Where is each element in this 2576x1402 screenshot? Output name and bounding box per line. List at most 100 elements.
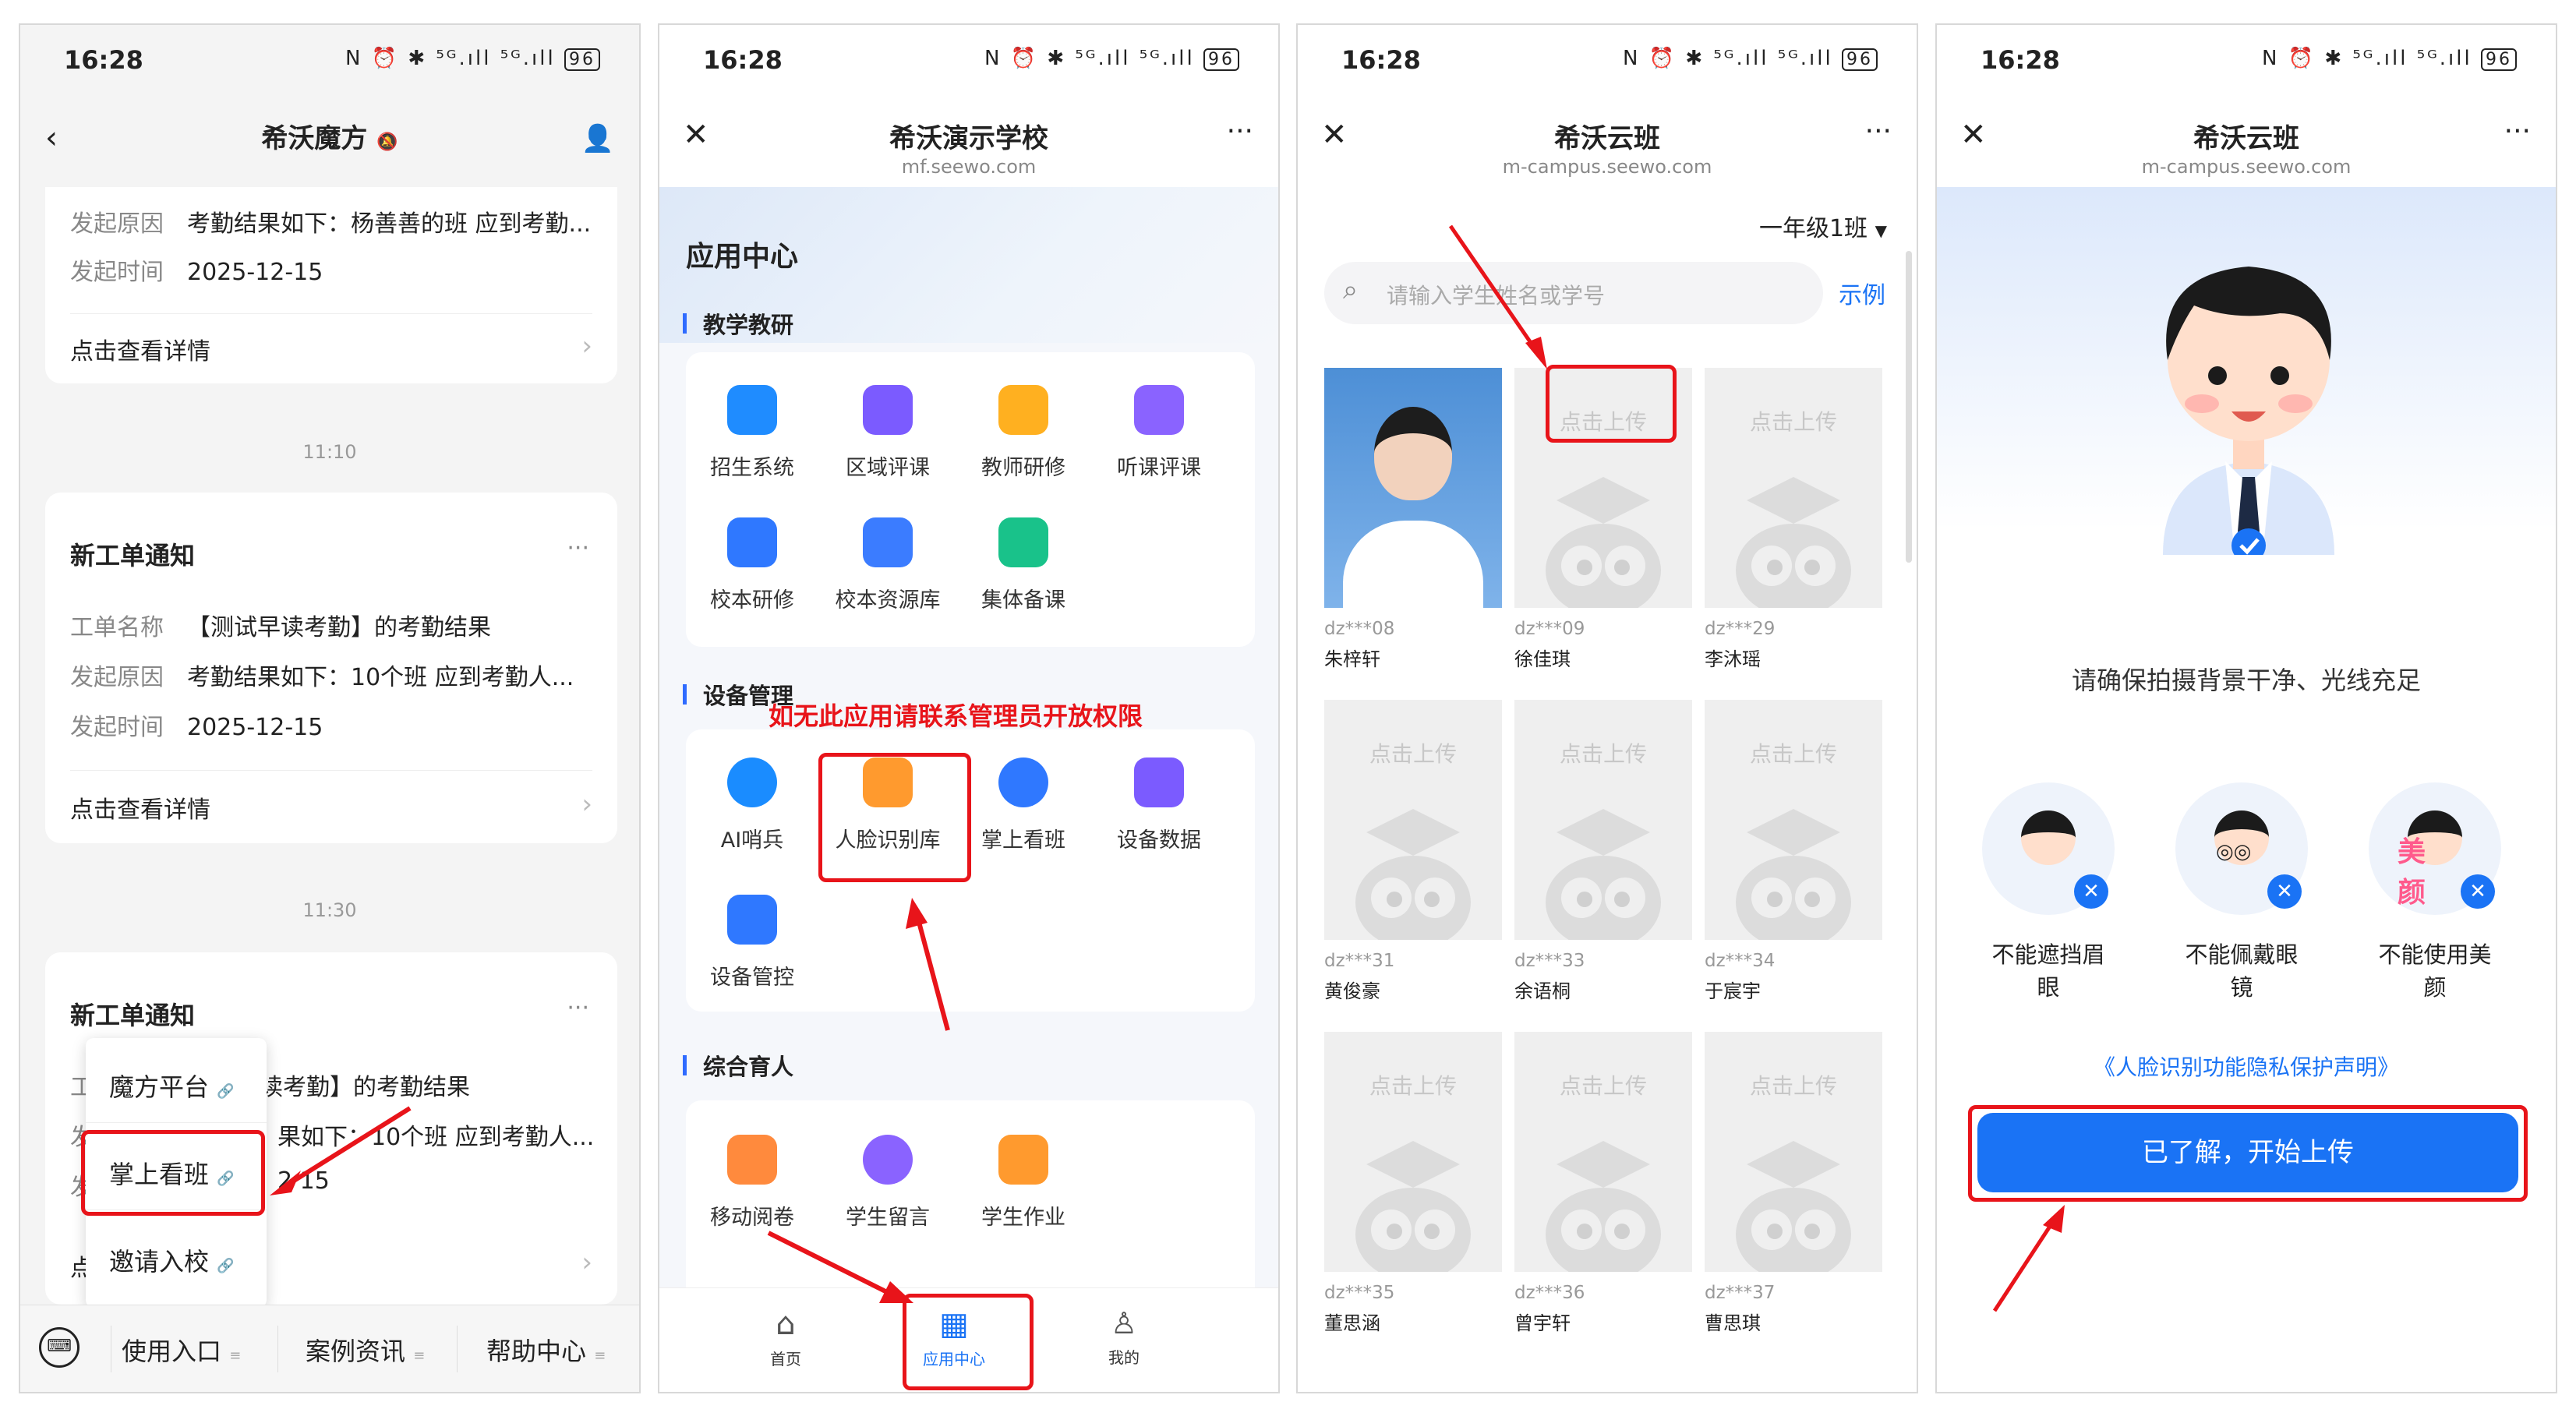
clipboard-icon bbox=[863, 385, 913, 435]
menu-help[interactable]: 帮助中心 ≡ bbox=[486, 1332, 606, 1368]
upload-placeholder[interactable]: 点击上传 bbox=[1514, 1032, 1692, 1272]
student-card[interactable]: 点击上传 dz***29 李沐瑶 bbox=[1705, 368, 1882, 671]
status-icons: N ⏰ ✱ ⁵ᴳ.ıll ⁵ᴳ.ıll 96 bbox=[984, 47, 1239, 71]
flag-icon bbox=[998, 385, 1048, 435]
app-student-message[interactable]: 学生留言 bbox=[822, 1135, 954, 1231]
app-teacher-training[interactable]: 教师研修 bbox=[957, 385, 1090, 481]
highlight-box bbox=[1546, 365, 1677, 443]
upload-label[interactable]: 点击上传 bbox=[1705, 1069, 1882, 1100]
app-group: 招生系统 区域评课 教师研修 听课评课 校本研修 校本资源库 集体备课 bbox=[686, 352, 1255, 647]
student-card[interactable]: dz***08 朱梓轩 bbox=[1324, 368, 1502, 671]
menu-cases[interactable]: 案例资讯 ≡ bbox=[306, 1332, 425, 1368]
row-label: 发起原因 bbox=[70, 210, 164, 238]
scrollbar[interactable] bbox=[1906, 251, 1912, 563]
upload-label[interactable]: 点击上传 bbox=[1514, 737, 1692, 768]
menu-item-invite[interactable]: 邀请入校 🔗 bbox=[109, 1242, 235, 1278]
student-card[interactable]: 点击上传 dz***33 余语桐 bbox=[1514, 700, 1692, 1003]
pen-icon bbox=[727, 1135, 777, 1185]
grid-icon bbox=[727, 385, 777, 435]
app-class-watch[interactable]: 掌上看班 bbox=[957, 758, 1090, 853]
app-mobile-grading[interactable]: 移动阅卷 bbox=[686, 1135, 818, 1231]
app-lesson-review[interactable]: 听课评课 bbox=[1093, 385, 1225, 481]
tab-mine[interactable]: ♙ 我的 bbox=[1054, 1306, 1194, 1368]
student-card[interactable]: 点击上传 dz***34 于宸宇 bbox=[1705, 700, 1882, 1003]
location-icon bbox=[998, 758, 1048, 807]
timestamp: 11:10 bbox=[302, 441, 357, 463]
upload-placeholder[interactable]: 点击上传 bbox=[1324, 700, 1502, 940]
app-device-data[interactable]: 设备数据 bbox=[1093, 758, 1225, 853]
owl-icon bbox=[1546, 477, 1661, 608]
student-name: 李沐瑶 bbox=[1705, 648, 1761, 670]
rule-no-cover: ✕ 不能遮挡眉眼 bbox=[1982, 782, 2115, 1002]
page-url: mf.seewo.com bbox=[901, 156, 1037, 178]
app-collective-prep[interactable]: 集体备课 bbox=[957, 517, 1090, 613]
upload-label[interactable]: 点击上传 bbox=[1324, 737, 1502, 768]
status-icons: N ⏰ ✱ ⁵ᴳ.ıll ⁵ᴳ.ıll 96 bbox=[2262, 47, 2517, 71]
app-ai-sentinel[interactable]: AI哨兵 bbox=[686, 758, 818, 853]
avatar: 美颜 ✕ bbox=[2369, 782, 2501, 915]
menu-item-mofang[interactable]: 魔方平台 🔗 bbox=[109, 1068, 235, 1104]
section-title: 教学教研 bbox=[683, 307, 793, 340]
menu-entry[interactable]: 使用入口 ≡ bbox=[122, 1332, 241, 1368]
annotation-arrow bbox=[270, 1106, 412, 1195]
app-enroll[interactable]: 招生系统 bbox=[686, 385, 818, 481]
student-card[interactable]: 点击上传 dz***35 董思涵 bbox=[1324, 1032, 1502, 1335]
dropdown-icon: ▼ bbox=[1875, 221, 1887, 240]
view-details-link[interactable]: 点击查看详情 bbox=[70, 332, 210, 366]
chart-icon bbox=[1134, 758, 1184, 807]
student-id: dz***08 bbox=[1324, 619, 1395, 639]
page-title: 希沃云班 bbox=[2193, 123, 2299, 154]
sample-link[interactable]: 示例 bbox=[1839, 276, 1885, 310]
annotation-arrow bbox=[767, 1231, 913, 1303]
search-input[interactable]: ⌕ 请输入学生姓名或学号 bbox=[1324, 262, 1823, 324]
upload-label[interactable]: 点击上传 bbox=[1324, 1069, 1502, 1100]
annotation-note: 如无此应用请联系管理员开放权限 bbox=[769, 701, 1143, 731]
timestamp: 11:30 bbox=[302, 899, 357, 921]
upload-placeholder[interactable]: 点击上传 bbox=[1705, 368, 1882, 608]
app-resource[interactable]: 校本资源库 bbox=[822, 517, 954, 613]
upload-placeholder[interactable]: 点击上传 bbox=[1705, 700, 1882, 940]
upload-label[interactable]: 点击上传 bbox=[1514, 1069, 1692, 1100]
class-selector[interactable]: 一年级1班 ▼ bbox=[1759, 209, 1887, 243]
student-card[interactable]: 点击上传 dz***36 曾宇轩 bbox=[1514, 1032, 1692, 1335]
app-device-control[interactable]: 设备管控 bbox=[686, 895, 818, 991]
chevron-right-icon: › bbox=[581, 330, 592, 362]
page-title: 希沃演示学校 bbox=[889, 123, 1048, 154]
student-photo[interactable] bbox=[1324, 368, 1502, 608]
app-homework[interactable]: 学生作业 bbox=[957, 1135, 1090, 1231]
privacy-link[interactable]: 《人脸识别功能隐私保护声明》 bbox=[1937, 1051, 2556, 1082]
page-title: 希沃魔方 🔕 bbox=[261, 123, 398, 154]
more-icon[interactable]: ··· bbox=[567, 535, 589, 562]
row-value: 2025-12-15 bbox=[187, 259, 323, 286]
status-icons: N ⏰ ✱ ⁵ᴳ.ıll ⁵ᴳ.ıll 96 bbox=[1623, 47, 1878, 71]
battery-icon: 96 bbox=[1842, 48, 1878, 71]
view-details-link[interactable]: 点击查看详情 bbox=[70, 790, 210, 825]
app-area-review[interactable]: 区域评课 bbox=[822, 385, 954, 481]
more-icon[interactable]: ··· bbox=[1227, 115, 1253, 147]
student-name: 于宸宇 bbox=[1705, 980, 1761, 1002]
rule-label: 不能佩戴眼镜 bbox=[2185, 941, 2299, 1001]
student-name: 黄俊豪 bbox=[1324, 980, 1380, 1002]
tab-home[interactable]: ⌂ 首页 bbox=[716, 1306, 856, 1369]
more-icon[interactable]: ··· bbox=[2504, 115, 2531, 147]
student-name: 徐佳琪 bbox=[1514, 648, 1571, 670]
upload-label[interactable]: 点击上传 bbox=[1705, 405, 1882, 436]
bottom-menu-bar: ⌨ 使用入口 ≡ 案例资讯 ≡ 帮助中心 ≡ bbox=[20, 1305, 639, 1392]
more-icon[interactable]: ··· bbox=[567, 994, 589, 1022]
user-icon: ♙ bbox=[1110, 1306, 1138, 1340]
keyboard-icon[interactable]: ⌨ bbox=[39, 1327, 80, 1368]
upload-placeholder[interactable]: 点击上传 bbox=[1705, 1032, 1882, 1272]
phone-screen-student-list: 16:28 N ⏰ ✱ ⁵ᴳ.ıll ⁵ᴳ.ıll 96 ✕ 希沃云班 m-ca… bbox=[1296, 23, 1918, 1393]
annotation-arrow bbox=[1448, 224, 1547, 369]
chat-icon bbox=[1134, 385, 1184, 435]
student-card[interactable]: 点击上传 dz***37 曹思琪 bbox=[1705, 1032, 1882, 1335]
student-card[interactable]: 点击上传 dz***31 黄俊豪 bbox=[1324, 700, 1502, 1003]
app-school-training[interactable]: 校本研修 bbox=[686, 517, 818, 613]
upload-label[interactable]: 点击上传 bbox=[1705, 737, 1882, 768]
phone-screen-app-center: 16:28 N ⏰ ✱ ⁵ᴳ.ıll ⁵ᴳ.ıll 96 ✕ 希沃演示学校 mf… bbox=[658, 23, 1280, 1393]
upload-placeholder[interactable]: 点击上传 bbox=[1324, 1032, 1502, 1272]
more-icon[interactable]: ··· bbox=[1865, 115, 1892, 147]
avatar: ◎◎ ✕ bbox=[2175, 782, 2308, 915]
upload-placeholder[interactable]: 点击上传 bbox=[1514, 700, 1692, 940]
person-icon[interactable]: 👤 bbox=[581, 123, 614, 154]
